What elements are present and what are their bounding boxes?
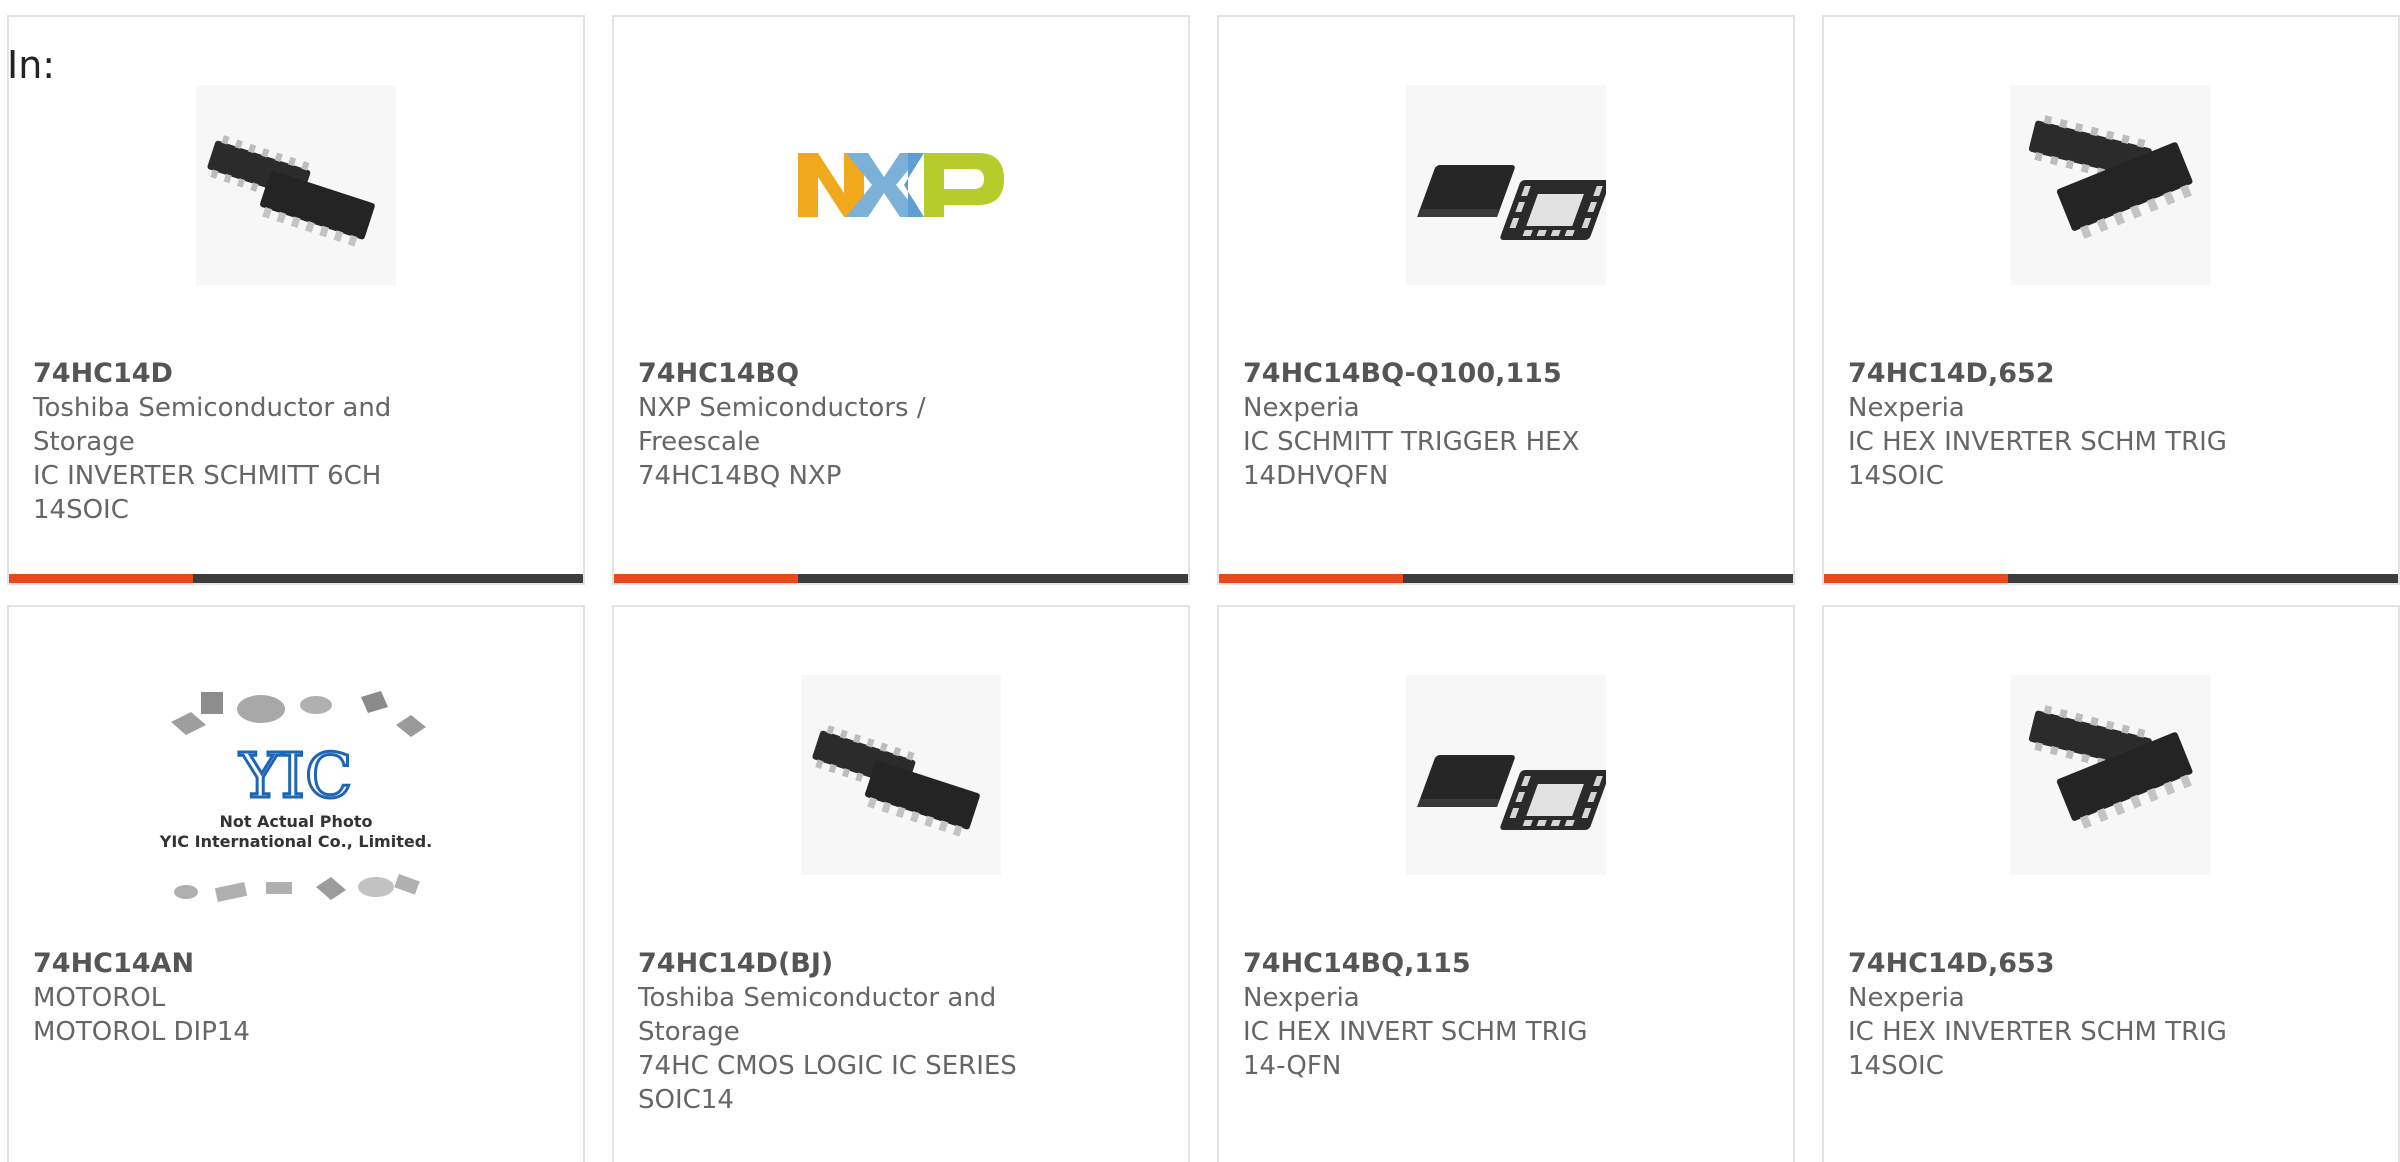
product-info: 74HC14D(BJ) Toshiba Semiconductor and St…: [638, 947, 1018, 1117]
product-image[interactable]: YIC Not Actual Photo YIC International C…: [9, 687, 583, 927]
description: IC INVERTER SCHMITT 6CH 14SOIC: [33, 461, 382, 525]
soic-chip-pair-icon: [801, 674, 1001, 875]
description: IC HEX INVERTER SCHM TRIG 14SOIC: [1848, 427, 2227, 491]
product-info: 74HC14BQ,115 Nexperia IC HEX INVERT SCHM…: [1243, 947, 1623, 1083]
product-card[interactable]: 74HC14D,652 Nexperia IC HEX INVERTER SCH…: [1822, 15, 2400, 585]
product-card[interactable]: 74HC14BQ-Q100,115 Nexperia IC SCHMITT TR…: [1217, 15, 1795, 585]
description: IC HEX INVERT SCHM TRIG 14-QFN: [1243, 1017, 1588, 1081]
qfn-chip-pair-icon: [1406, 84, 1606, 285]
part-number-link[interactable]: 74HC14D(BJ): [638, 947, 1018, 981]
product-info: 74HC14AN MOTOROL MOTOROL DIP14: [33, 947, 413, 1049]
part-number-link[interactable]: 74HC14D,653: [1848, 947, 2228, 981]
manufacturer: Toshiba Semiconductor and Storage: [33, 393, 392, 457]
product-card[interactable]: 74HC14BQ,115 Nexperia IC HEX INVERT SCHM…: [1217, 605, 1795, 1162]
product-image[interactable]: [614, 82, 1188, 287]
product-info: 74HC14D Toshiba Semiconductor and Storag…: [33, 357, 413, 527]
card-accent: [1219, 574, 1403, 583]
product-image[interactable]: [1219, 82, 1793, 287]
placeholder-line1: Not Actual Photo: [219, 812, 372, 831]
description: MOTOROL DIP14: [33, 1017, 250, 1047]
card-bottom-bar: [1219, 574, 1793, 583]
product-image[interactable]: [1824, 672, 2398, 877]
product-image[interactable]: [9, 82, 583, 287]
manufacturer: Nexperia: [1848, 393, 1965, 423]
description: 74HC14BQ NXP: [638, 461, 842, 491]
placeholder-line2: YIC International Co., Limited.: [159, 832, 432, 851]
part-number-link[interactable]: 74HC14AN: [33, 947, 413, 981]
card-bottom-bar: [9, 574, 583, 583]
card-bottom-bar: [1824, 574, 2398, 583]
manufacturer: MOTOROL: [33, 983, 166, 1013]
card-bottom-bar: [614, 574, 1188, 583]
description: IC HEX INVERTER SCHM TRIG 14SOIC: [1848, 1017, 2227, 1081]
product-image[interactable]: [1219, 672, 1793, 877]
product-info: 74HC14BQ-Q100,115 Nexperia IC SCHMITT TR…: [1243, 357, 1623, 493]
soic-chip-pair-icon: [196, 84, 396, 285]
manufacturer: Toshiba Semiconductor and Storage: [638, 983, 997, 1047]
product-card[interactable]: YIC Not Actual Photo YIC International C…: [7, 605, 585, 1162]
soic-chip-stack-icon: [2011, 674, 2211, 875]
nxp-logo: [798, 152, 1004, 217]
product-results-page: In: 74HC14D Toshiba Semiconductor and St…: [0, 0, 2400, 1162]
description: 74HC CMOS LOGIC IC SERIES SOIC14: [638, 1051, 1017, 1115]
card-accent: [614, 574, 798, 583]
product-info: 74HC14D,652 Nexperia IC HEX INVERTER SCH…: [1848, 357, 2228, 493]
card-accent: [1824, 574, 2008, 583]
soic-chip-stack-icon: [2011, 84, 2211, 285]
not-actual-photo-placeholder: YIC Not Actual Photo YIC International C…: [159, 691, 432, 902]
part-number-link[interactable]: 74HC14BQ: [638, 357, 1018, 391]
product-card[interactable]: 74HC14D,653 Nexperia IC HEX INVERTER SCH…: [1822, 605, 2400, 1162]
product-image[interactable]: [1824, 82, 2398, 287]
product-image[interactable]: [614, 672, 1188, 877]
product-card[interactable]: 74HC14D Toshiba Semiconductor and Storag…: [7, 15, 585, 585]
manufacturer: NXP Semiconductors / Freescale: [638, 393, 926, 457]
manufacturer: Nexperia: [1243, 983, 1360, 1013]
product-grid: 74HC14D Toshiba Semiconductor and Storag…: [7, 15, 2400, 1162]
manufacturer: Nexperia: [1848, 983, 1965, 1013]
product-info: 74HC14D,653 Nexperia IC HEX INVERTER SCH…: [1848, 947, 2228, 1083]
part-number-link[interactable]: 74HC14D,652: [1848, 357, 2228, 391]
part-number-link[interactable]: 74HC14BQ-Q100,115: [1243, 357, 1623, 391]
product-card[interactable]: 74HC14BQ NXP Semiconductors / Freescale …: [612, 15, 1190, 585]
product-card[interactable]: 74HC14D(BJ) Toshiba Semiconductor and St…: [612, 605, 1190, 1162]
part-number-link[interactable]: 74HC14D: [33, 357, 413, 391]
product-info: 74HC14BQ NXP Semiconductors / Freescale …: [638, 357, 1018, 493]
part-number-link[interactable]: 74HC14BQ,115: [1243, 947, 1623, 981]
card-accent: [9, 574, 193, 583]
svg-text:YIC: YIC: [239, 739, 353, 812]
manufacturer: Nexperia: [1243, 393, 1360, 423]
qfn-chip-pair-icon: [1406, 674, 1606, 875]
description: IC SCHMITT TRIGGER HEX 14DHVQFN: [1243, 427, 1580, 491]
in-label: In:: [7, 43, 56, 87]
